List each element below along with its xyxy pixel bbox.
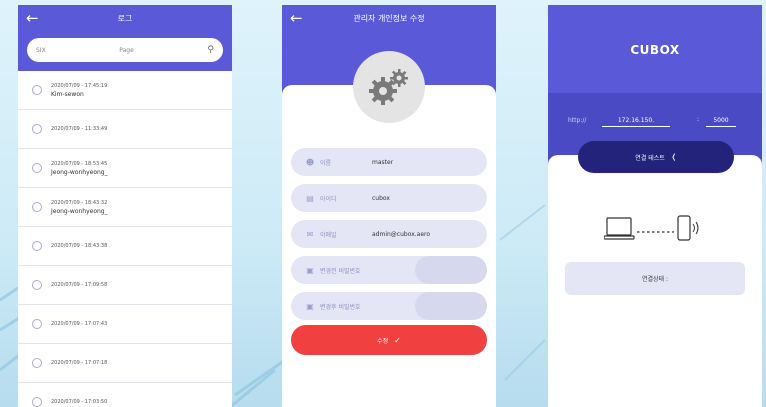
connection-test-label: 연결 테스트 [635,154,665,162]
log-item[interactable]: 2020/07/09 - 18:43:38 [18,227,232,266]
check-icon: ✓ [394,335,401,345]
log-datetime: 2020/07/09 - 17:03:50 [51,399,108,405]
clock-icon [32,397,42,407]
cubox-logo: CUBOX [630,43,680,57]
search-prefix: SIX [36,46,46,54]
field-label: 이름 [320,159,332,167]
device-connection-illustration [604,215,699,241]
log-item[interactable]: 2020/07/09 - 17:45:19 Kim-sewon [18,71,232,110]
port-input[interactable]: 5000 [706,114,736,127]
id-card-icon: ▤ [306,193,314,203]
log-header: ← 로그 SIX Page ⚲ [18,5,232,71]
log-list: 2020/07/09 - 17:45:19 Kim-sewon 2020/07/0… [18,71,232,407]
log-item[interactable]: 2020/07/09 - 11:33:49 [18,110,232,149]
log-datetime: 2020/07/09 - 17:09:58 [51,282,108,288]
field-label: 이메일 [320,231,337,239]
id-field[interactable]: ▤ 아이디 cubox [291,184,487,212]
connection-test-button[interactable]: 연결 테스트 ❬ [578,141,734,173]
log-datetime: 2020/07/09 - 17:07:43 [51,321,108,327]
search-input[interactable]: SIX Page ⚲ [27,38,223,62]
connection-screen: CUBOX http:// 172.16.150. : 5000 연결 테스트 … [548,5,762,407]
log-datetime: 2020/07/09 - 17:45:19 [51,82,108,89]
log-datetime: 2020/07/09 - 17:07:18 [51,360,108,366]
field-value: admin@cubox.aero [372,230,431,238]
field-value: cubox [372,194,390,202]
email-field[interactable]: ✉ 이메일 admin@cubox.aero [291,220,487,248]
settings-avatar [353,51,425,123]
phone-icon [677,215,699,241]
clock-icon [32,124,42,134]
log-datetime: 2020/07/09 - 18:53:45 [51,160,108,167]
field-label: 변경후 비밀번호 [320,303,361,311]
connection-status: 연결상태 : [565,262,745,295]
new-password-input[interactable] [415,292,487,320]
log-datetime: 2020/07/09 - 18:43:32 [51,199,108,206]
field-label: 아이디 [320,195,337,203]
log-screen: ← 로그 SIX Page ⚲ 2020/07/09 - 17:45:19 Kim… [18,5,232,407]
clock-icon [32,241,42,251]
clock-icon [32,319,42,329]
user-icon: ☻ [305,157,315,167]
log-datetime: 2020/07/09 - 18:43:38 [51,243,108,249]
clock-icon [32,358,42,368]
log-item[interactable]: 2020/07/09 - 17:03:50 [18,383,232,407]
log-datetime: 2020/07/09 - 11:33:49 [51,126,108,132]
submit-button[interactable]: 수정 ✓ [291,325,487,355]
log-item[interactable]: 2020/07/09 - 17:07:43 [18,305,232,344]
log-name: Jeong-wonhyeong_ [51,168,108,176]
log-item[interactable]: 2020/07/09 - 17:07:18 [18,344,232,383]
clock-icon [32,202,42,212]
log-item[interactable]: 2020/07/09 - 18:43:32 Jeong-wonhyeong_ [18,188,232,227]
name-field[interactable]: ☻ 이름 master [291,148,487,176]
edit-profile-screen: ← 관리자 개인정보 수정 ☻ 이름 master ▤ 아이디 cubox ✉ … [282,5,496,407]
log-name: Jeong-wonhyeong_ [51,207,108,215]
port-separator: : [697,116,700,123]
search-placeholder: Page [119,46,134,54]
log-item[interactable]: 2020/07/09 - 17:09:58 [18,266,232,305]
search-icon[interactable]: ⚲ [207,45,214,55]
ip-input[interactable]: 172.16.150. [602,114,670,127]
field-label: 변경전 비밀번호 [320,267,361,275]
old-password-input[interactable] [415,256,487,284]
clock-icon [32,163,42,173]
gear-icon [369,69,408,105]
clock-icon [32,85,42,95]
lock-icon: ▣ [306,265,314,275]
new-password-field[interactable]: ▣ 변경후 비밀번호 [291,292,487,320]
submit-label: 수정 [377,337,389,345]
log-name: Kim-sewon [51,90,84,98]
server-address-row: http:// 172.16.150. : 5000 [548,114,762,128]
laptop-icon [604,217,635,240]
status-label: 연결상태 : [641,276,668,283]
field-value: master [372,158,394,166]
url-prefix: http:// [568,117,587,124]
page-title: 로그 [117,14,133,23]
page-title: 관리자 개인정보 수정 [353,14,425,23]
old-password-field[interactable]: ▣ 변경전 비밀번호 [291,256,487,284]
mail-icon: ✉ [306,229,314,239]
log-item[interactable]: 2020/07/09 - 18:53:45 Jeong-wonhyeong_ [18,149,232,188]
edit-header: ← 관리자 개인정보 수정 [282,5,496,39]
lock-icon: ▣ [306,301,314,311]
signal-icon: ❬ [670,153,677,161]
clock-icon [32,280,42,290]
